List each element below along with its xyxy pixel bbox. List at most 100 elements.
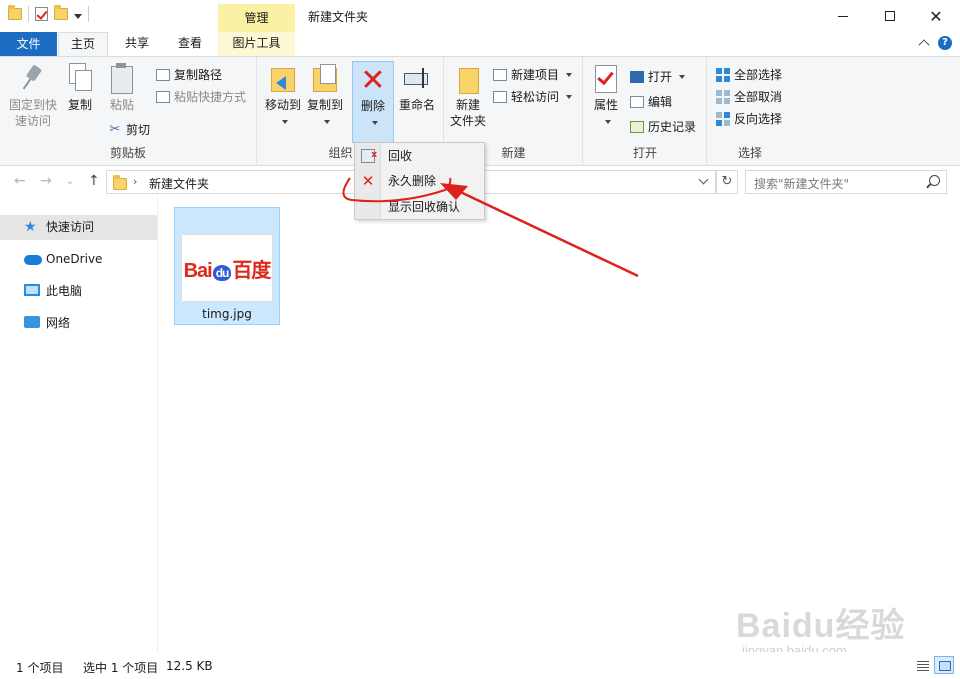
- history-icon: [630, 120, 644, 133]
- new-item-label: 新建项目: [511, 68, 560, 82]
- title-bar: 管理 新建文件夹 ✕: [0, 0, 960, 32]
- properties-button[interactable]: 属性: [588, 63, 624, 129]
- search-icon[interactable]: [929, 175, 940, 186]
- new-folder-label: 文件夹: [449, 114, 486, 128]
- copy-button[interactable]: 复制: [62, 63, 98, 113]
- details-view-icon: [917, 661, 929, 671]
- copy-to-icon: [310, 63, 340, 93]
- sidebar-item-onedrive[interactable]: OneDrive: [0, 247, 157, 272]
- item-count: 1 个项目: [16, 661, 64, 675]
- edit-label: 编辑: [648, 95, 673, 109]
- forward-arrow-icon[interactable]: →: [40, 173, 52, 189]
- invert-selection-button[interactable]: 反向选择: [716, 110, 782, 127]
- open-label: 打开: [648, 70, 673, 84]
- quick-access-toolbar: [8, 5, 89, 22]
- new-folder-button[interactable]: 新建 文件夹: [447, 63, 489, 129]
- refresh-button[interactable]: ↻: [716, 170, 738, 194]
- divider: [28, 6, 29, 22]
- edit-button[interactable]: 编辑: [630, 93, 672, 110]
- open-icon: [630, 70, 644, 83]
- breadcrumb-chevron-icon[interactable]: ›: [133, 175, 137, 188]
- large-icons-view-button[interactable]: [934, 656, 954, 674]
- chevron-down-icon: [281, 119, 288, 124]
- cut-button[interactable]: ✂ 剪切: [108, 121, 150, 138]
- sidebar-item-network[interactable]: 网络: [0, 311, 157, 336]
- copy-to-label: 复制到: [306, 98, 343, 112]
- menu-item-recycle[interactable]: 回收: [355, 144, 484, 167]
- paste-shortcut-icon: [156, 90, 170, 103]
- copy-path-button[interactable]: 复制路径: [156, 66, 222, 83]
- tab-view[interactable]: 查看: [165, 32, 215, 56]
- easy-access-label: 轻松访问: [511, 90, 560, 104]
- back-arrow-icon[interactable]: ←: [14, 173, 26, 189]
- tab-file[interactable]: 文件: [0, 32, 57, 56]
- search-input[interactable]: 搜索"新建文件夹": [754, 175, 849, 192]
- open-button[interactable]: 打开: [630, 68, 686, 85]
- sidebar-item-label: 快速访问: [46, 220, 95, 234]
- menu-item-show-recycle-confirmation[interactable]: 显示回收确认: [355, 196, 484, 218]
- window-title: 新建文件夹: [308, 10, 369, 24]
- watermark: Baidu经验 jingyan.baidu.com: [736, 598, 905, 658]
- edit-icon: [630, 95, 644, 108]
- breadcrumb[interactable]: 新建文件夹: [149, 175, 209, 192]
- menu-item-label: 显示回收确认: [388, 200, 461, 214]
- sidebar-item-this-pc[interactable]: 此电脑: [0, 279, 157, 304]
- history-button[interactable]: 历史记录: [630, 118, 696, 135]
- scissors-icon: ✂: [109, 122, 121, 137]
- pin-to-quick-access-button[interactable]: 固定到快 速访问: [6, 63, 60, 129]
- sidebar-item-quick-access[interactable]: ★ 快速访问: [0, 215, 157, 240]
- folder-icon[interactable]: [8, 5, 22, 20]
- details-view-button[interactable]: [912, 656, 932, 674]
- cut-label: 剪切: [126, 123, 151, 137]
- tab-share[interactable]: 共享: [112, 32, 162, 56]
- delete-dropdown-menu: 回收 ✕ 永久删除 显示回收确认: [354, 142, 485, 220]
- help-icon[interactable]: ?: [938, 36, 952, 50]
- rename-button[interactable]: 重命名: [396, 63, 438, 113]
- recent-locations-chevron-icon[interactable]: ⌄: [66, 176, 74, 187]
- paste-shortcut-button[interactable]: 粘贴快捷方式: [156, 88, 246, 105]
- paste-icon: [110, 63, 134, 94]
- sidebar-item-label: OneDrive: [46, 252, 103, 266]
- recycle-bin-icon: [361, 144, 377, 166]
- watermark-main: Baidu经验: [736, 607, 906, 645]
- easy-access-button[interactable]: 轻松访问: [493, 88, 573, 105]
- clipboard-group: 固定到快 速访问 复制 粘贴 复制路径 粘贴快捷方式 ✂ 剪切 剪贴板: [0, 57, 257, 165]
- maximize-button[interactable]: [867, 0, 913, 32]
- menu-item-permanent-delete[interactable]: ✕ 永久删除: [355, 170, 484, 192]
- new-folder-icon[interactable]: [54, 5, 68, 20]
- invert-selection-icon: [716, 111, 730, 126]
- file-item[interactable]: Bai du 百度 timg.jpg: [174, 207, 280, 325]
- easy-access-icon: [493, 90, 507, 103]
- delete-button[interactable]: ✕ 删除: [352, 61, 394, 143]
- collapse-ribbon-icon[interactable]: [918, 39, 930, 51]
- paste-button[interactable]: 粘贴: [104, 63, 140, 113]
- open-group: 属性 打开 编辑 历史记录 打开: [584, 57, 707, 165]
- group-label: 剪贴板: [109, 146, 146, 160]
- tab-picture-tools[interactable]: 图片工具: [218, 32, 295, 56]
- minimize-button[interactable]: [820, 0, 866, 32]
- customize-toolbar-dropdown-icon[interactable]: [74, 13, 82, 19]
- select-none-button[interactable]: 全部取消: [716, 88, 782, 105]
- move-to-button[interactable]: 移动到: [262, 63, 304, 129]
- move-to-label: 移动到: [264, 98, 301, 112]
- tab-manage[interactable]: 管理: [218, 4, 295, 32]
- refresh-icon: ↻: [721, 174, 733, 189]
- select-all-button[interactable]: 全部选择: [716, 66, 782, 83]
- copy-path-label: 复制路径: [174, 68, 223, 82]
- new-item-icon: [493, 68, 507, 81]
- properties-check-icon[interactable]: [35, 7, 48, 21]
- selected-count: 选中 1 个项目: [83, 661, 159, 675]
- properties-label: 属性: [593, 98, 618, 112]
- logo-part: 百度: [232, 259, 271, 282]
- copy-to-button[interactable]: 复制到: [304, 63, 346, 129]
- up-arrow-icon[interactable]: ↑: [88, 173, 100, 189]
- select-group: 全部选择 全部取消 反向选择 选择: [708, 57, 792, 165]
- search-box[interactable]: 搜索"新建文件夹": [745, 170, 947, 194]
- new-item-button[interactable]: 新建项目: [493, 66, 573, 83]
- chevron-down-icon: [566, 94, 573, 99]
- close-button[interactable]: ✕: [913, 0, 959, 32]
- select-all-label: 全部选择: [734, 68, 783, 82]
- group-label: 打开: [632, 146, 657, 160]
- logo-part: du: [212, 264, 232, 281]
- tab-home[interactable]: 主页: [58, 32, 108, 57]
